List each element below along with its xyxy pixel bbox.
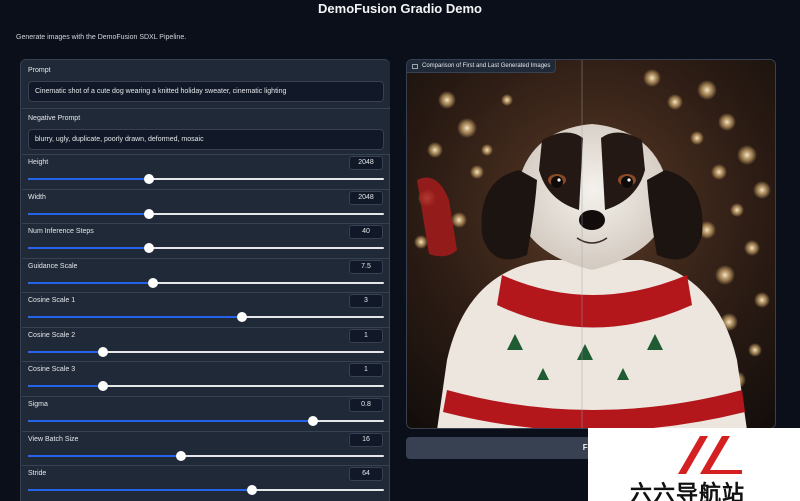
- stride-slider-thumb[interactable]: [247, 485, 258, 495]
- output-image-panel: Comparison of First and Last Generated I…: [406, 59, 776, 429]
- watermark-logo-icon: [678, 436, 742, 474]
- prompt-input[interactable]: Cinematic shot of a cute dog wearing a k…: [28, 81, 384, 102]
- sigma-label: Sigma: [28, 401, 48, 408]
- height-label: Height: [28, 159, 49, 166]
- num-inference-steps-slider[interactable]: [28, 243, 384, 253]
- width-slider-fill: [28, 213, 150, 215]
- stride-slider-fill: [28, 489, 253, 491]
- view-batch-size-number-input[interactable]: 16: [349, 433, 383, 447]
- sigma-number-input[interactable]: 0.8: [349, 398, 383, 412]
- cosine-scale-3-slider-row: Cosine Scale 3 1: [22, 362, 390, 396]
- stride-slider-row: Stride 64: [22, 466, 390, 500]
- cosine-scale-3-label: Cosine Scale 3: [28, 366, 76, 373]
- view-batch-size-label: View Batch Size: [28, 436, 79, 443]
- cosine-scale-3-slider-fill: [28, 385, 103, 387]
- cosine-scale-1-slider-thumb[interactable]: [236, 312, 247, 322]
- width-slider[interactable]: [28, 209, 384, 219]
- output-image-label-text: Comparison of First and Last Generated I…: [422, 62, 551, 69]
- num-inference-steps-slider-thumb[interactable]: [144, 243, 155, 253]
- prompt-block: Prompt Cinematic shot of a cute dog wear…: [22, 61, 390, 107]
- cosine-scale-2-number-input[interactable]: 1: [349, 329, 383, 343]
- height-slider-row: Height 2048: [22, 155, 390, 189]
- width-label: Width: [28, 194, 46, 201]
- height-slider-fill: [28, 178, 150, 180]
- watermark: 六六导航站: [588, 428, 800, 501]
- cosine-scale-1-slider[interactable]: [28, 312, 384, 322]
- view-batch-size-slider-thumb[interactable]: [176, 451, 187, 461]
- app-title: DemoFusion Gradio Demo: [318, 1, 482, 16]
- cosine-scale-2-slider[interactable]: [28, 347, 384, 357]
- stride-label: Stride: [28, 470, 47, 477]
- num-inference-steps-slider-fill: [28, 247, 150, 249]
- cosine-scale-1-label: Cosine Scale 1: [28, 297, 76, 304]
- guidance-scale-number-input[interactable]: 7.5: [349, 260, 383, 274]
- parameters-panel: Prompt Cinematic shot of a cute dog wear…: [20, 59, 390, 501]
- stride-slider[interactable]: [28, 485, 384, 495]
- view-batch-size-slider-row: View Batch Size 16: [22, 432, 390, 466]
- generated-dog-image: [407, 60, 775, 428]
- negative-prompt-input[interactable]: blurry, ugly, duplicate, poorly drawn, d…: [28, 129, 384, 150]
- height-slider[interactable]: [28, 174, 384, 184]
- cosine-scale-1-slider-row: Cosine Scale 1 3: [22, 293, 390, 327]
- negative-prompt-block: Negative Prompt blurry, ugly, duplicate,…: [22, 109, 390, 154]
- guidance-scale-slider-fill: [28, 282, 153, 284]
- guidance-scale-slider-row: Guidance Scale 7.5: [22, 259, 390, 293]
- sigma-slider-row: Sigma 0.8: [22, 397, 390, 431]
- cosine-scale-1-number-input[interactable]: 3: [349, 294, 383, 308]
- app-subtitle: Generate images with the DemoFusion SDXL…: [16, 34, 187, 41]
- watermark-text: 六六导航站: [630, 481, 746, 501]
- guidance-scale-label: Guidance Scale: [28, 263, 78, 270]
- sigma-slider-fill: [28, 420, 313, 422]
- num-inference-steps-number-input[interactable]: 40: [349, 225, 383, 239]
- cosine-scale-2-label: Cosine Scale 2: [28, 332, 76, 339]
- cosine-scale-3-slider[interactable]: [28, 381, 384, 391]
- width-slider-thumb[interactable]: [144, 209, 155, 219]
- stride-number-input[interactable]: 64: [349, 467, 383, 481]
- guidance-scale-slider-thumb[interactable]: [147, 278, 158, 288]
- cosine-scale-1-slider-fill: [28, 316, 242, 318]
- width-number-input[interactable]: 2048: [349, 191, 383, 205]
- num-inference-steps-label: Num Inference Steps: [28, 228, 94, 235]
- negative-prompt-label: Negative Prompt: [28, 115, 81, 122]
- num-inference-steps-slider-row: Num Inference Steps 40: [22, 224, 390, 258]
- cosine-scale-3-number-input[interactable]: 1: [349, 363, 383, 377]
- width-slider-row: Width 2048: [22, 190, 390, 224]
- height-number-input[interactable]: 2048: [349, 156, 383, 170]
- output-image-label: Comparison of First and Last Generated I…: [407, 60, 557, 73]
- prompt-label: Prompt: [28, 67, 51, 74]
- cosine-scale-2-slider-fill: [28, 351, 103, 353]
- view-batch-size-slider-fill: [28, 455, 182, 457]
- sigma-slider[interactable]: [28, 416, 384, 426]
- cosine-scale-2-slider-row: Cosine Scale 2 1: [22, 328, 390, 362]
- cosine-scale-2-slider-thumb[interactable]: [97, 347, 108, 357]
- sigma-slider-thumb[interactable]: [307, 416, 318, 426]
- view-batch-size-slider[interactable]: [28, 451, 384, 461]
- image-icon: [412, 63, 418, 69]
- guidance-scale-slider[interactable]: [28, 278, 384, 288]
- height-slider-thumb[interactable]: [144, 174, 155, 184]
- cosine-scale-3-slider-thumb[interactable]: [97, 381, 108, 391]
